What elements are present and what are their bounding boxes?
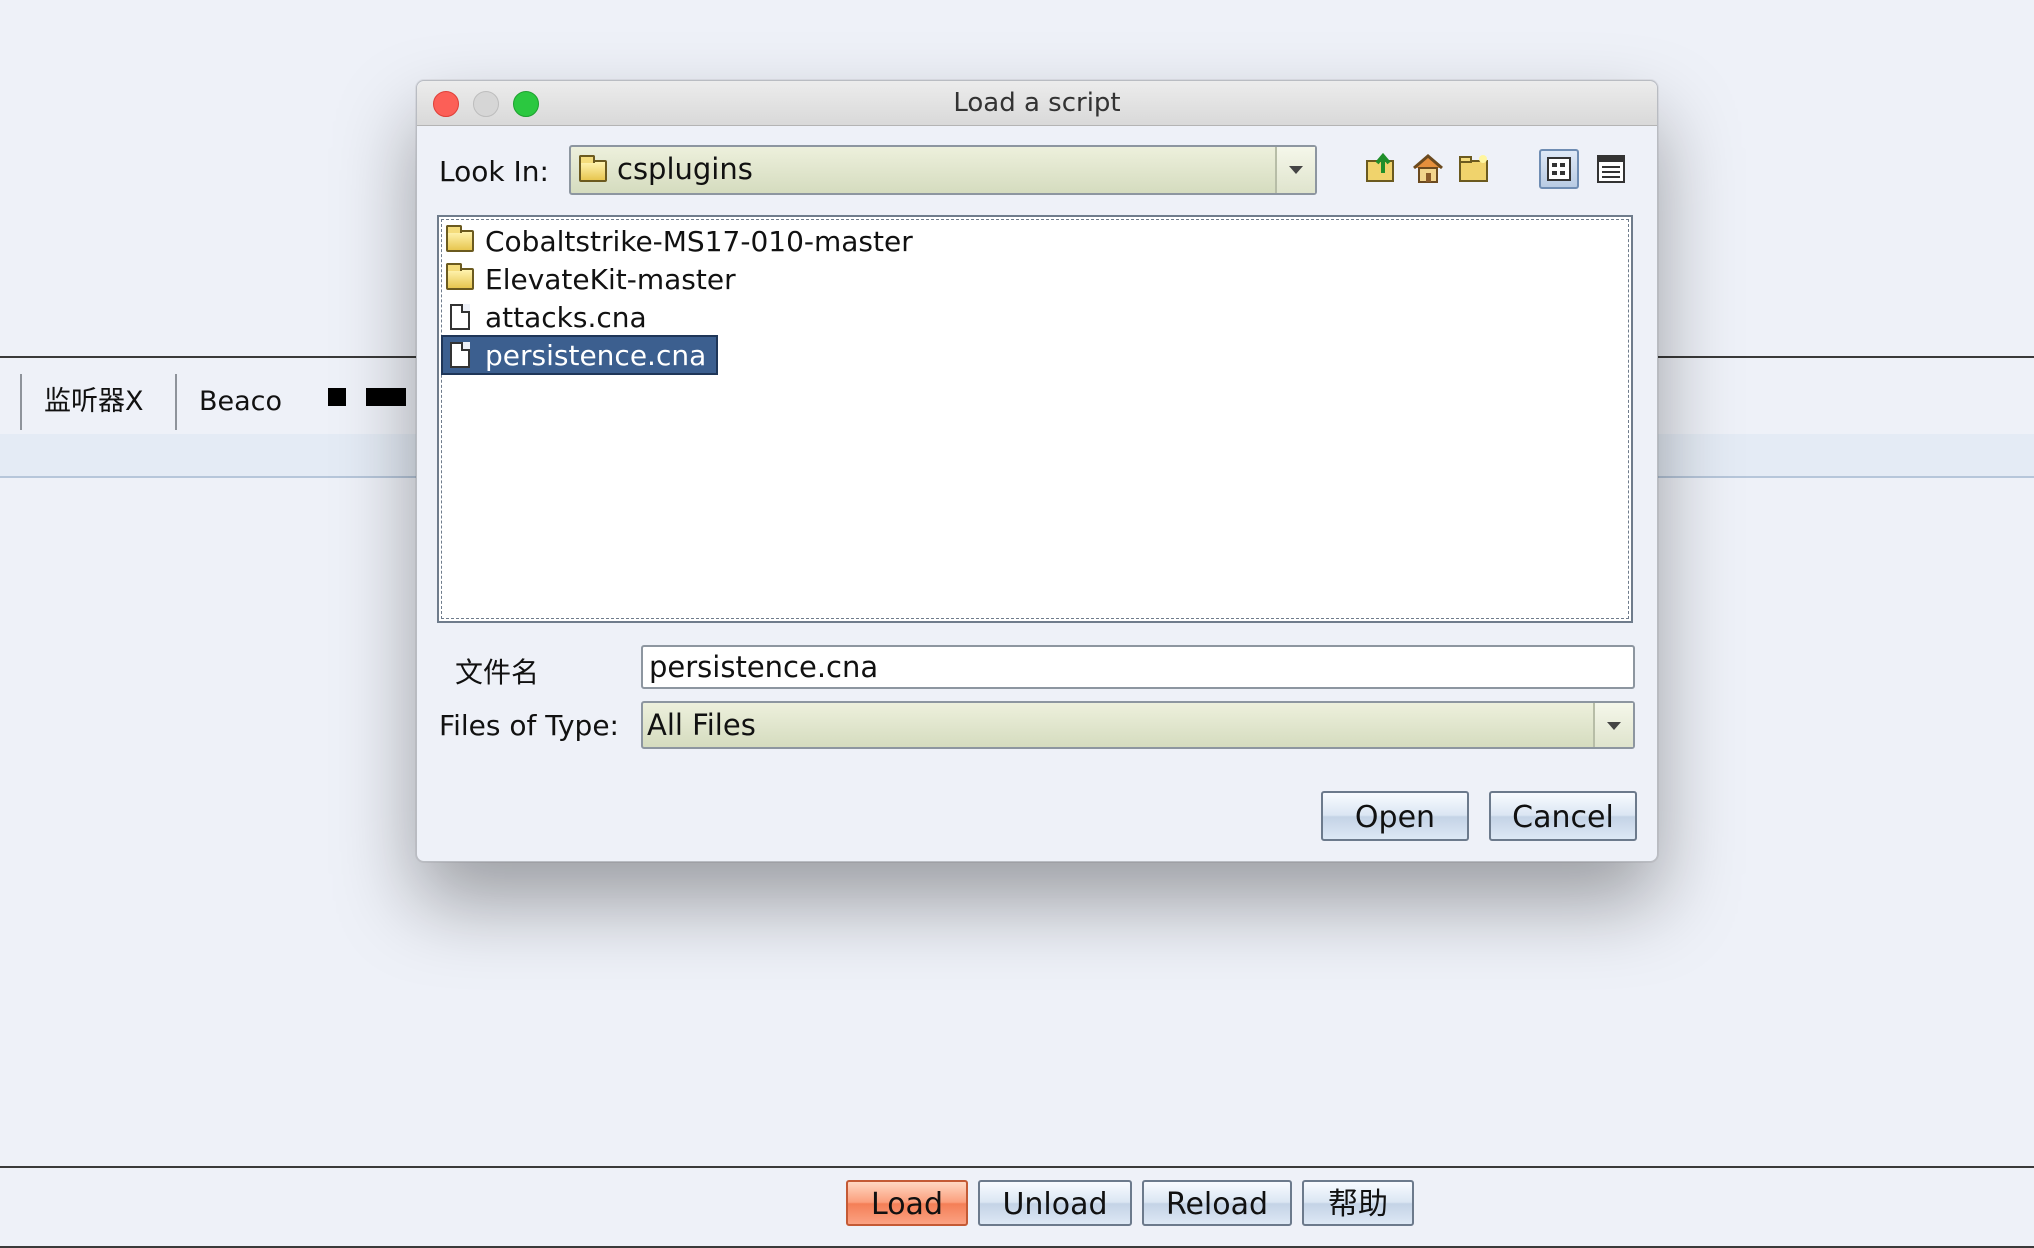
dialog-titlebar[interactable]: Load a script xyxy=(417,81,1657,126)
file-icon xyxy=(450,342,470,368)
open-button[interactable]: Open xyxy=(1321,791,1469,841)
list-item[interactable]: Cobaltstrike-MS17-010-master xyxy=(443,223,923,259)
tab-label: 监听器X xyxy=(44,386,144,417)
folder-icon xyxy=(446,225,474,252)
file-name: attacks.cna xyxy=(485,300,647,334)
list-view-icon xyxy=(1547,157,1571,181)
list-item[interactable]: ElevateKit-master xyxy=(443,261,746,297)
filename-label: 文件名 xyxy=(455,656,540,689)
reload-button[interactable]: Reload xyxy=(1142,1180,1292,1226)
redacted-block xyxy=(366,388,406,406)
unload-button[interactable]: Unload xyxy=(978,1180,1132,1226)
look-in-combo[interactable]: csplugins xyxy=(569,145,1317,195)
chevron-down-icon[interactable] xyxy=(1275,147,1315,193)
filename-input[interactable]: persistence.cna xyxy=(641,645,1635,689)
list-view-toggle[interactable] xyxy=(1539,149,1579,189)
folder-icon xyxy=(579,155,607,182)
details-view-icon[interactable] xyxy=(1597,155,1625,183)
file-name: ElevateKit-master xyxy=(485,262,736,296)
file-name: persistence.cna xyxy=(485,338,707,372)
folder-icon xyxy=(446,263,474,290)
chevron-down-icon[interactable] xyxy=(1593,703,1633,747)
bottom-button-bar: Load Unload Reload 帮助 xyxy=(0,1166,2034,1248)
cancel-button[interactable]: Cancel xyxy=(1489,791,1637,841)
filetype-combo[interactable]: All Files xyxy=(641,701,1635,749)
list-item-selected[interactable]: persistence.cna xyxy=(440,335,719,375)
file-name: Cobaltstrike-MS17-010-master xyxy=(485,224,913,258)
look-in-label: Look In: xyxy=(439,155,549,188)
load-script-dialog: Load a script Look In: csplugins Cobalts… xyxy=(416,80,1658,862)
tab-label: Beaco xyxy=(199,386,283,417)
home-icon[interactable] xyxy=(1411,151,1445,185)
file-icon xyxy=(450,304,470,330)
filetype-value: All Files xyxy=(647,708,756,742)
redacted-block xyxy=(328,388,346,406)
new-folder-icon[interactable] xyxy=(1457,151,1491,185)
list-item[interactable]: attacks.cna xyxy=(443,299,657,335)
help-button[interactable]: 帮助 xyxy=(1302,1180,1414,1226)
load-button[interactable]: Load xyxy=(846,1180,968,1226)
up-folder-icon[interactable] xyxy=(1365,151,1399,185)
tab-listeners[interactable]: 监听器X xyxy=(20,374,166,430)
filetype-label: Files of Type: xyxy=(439,709,619,742)
tab-beacon[interactable]: Beaco xyxy=(175,374,304,430)
look-in-value: csplugins xyxy=(617,152,753,186)
file-list[interactable]: Cobaltstrike-MS17-010-master ElevateKit-… xyxy=(437,215,1633,623)
dialog-title: Load a script xyxy=(953,88,1121,118)
